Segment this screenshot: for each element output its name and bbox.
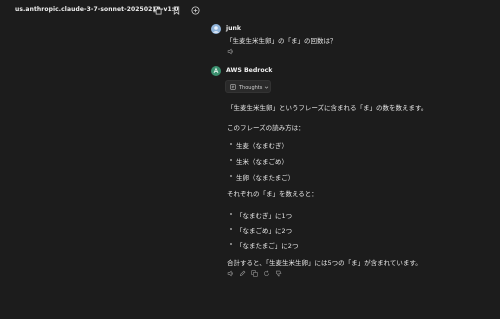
thumbs-down-icon[interactable]	[275, 270, 282, 277]
chevron-down-icon	[264, 86, 269, 89]
paragraph: 合計すると、「生麦生米生卵」には5つの「ま」が含まれています。	[227, 259, 422, 267]
list-item: 生米（なまごめ）	[236, 157, 288, 166]
list-item: 生卵（なまたまご）	[236, 173, 295, 182]
list-item: 生麦（なまむぎ）	[236, 141, 288, 150]
bullet	[230, 159, 232, 161]
list-item: 「なまむぎ」に1つ	[236, 211, 293, 220]
user-name: junk	[226, 25, 242, 32]
bullet	[230, 213, 232, 215]
list-item: 「なまごめ」に2つ	[236, 226, 293, 235]
add-icon[interactable]	[191, 6, 200, 15]
bullet	[230, 228, 232, 230]
top-bar: us.anthropic.claude-3-7-sonnet-20250219-…	[0, 0, 500, 22]
paragraph: このフレーズの読み方は：	[227, 124, 305, 132]
user-avatar	[211, 24, 221, 34]
edit-icon[interactable]	[239, 270, 246, 277]
paragraph: 「生麦生米生卵」というフレーズに含まれる「ま」の数を数えます。	[227, 104, 428, 112]
user-message-text: 「生麦生米生卵」の「ま」の回数は？	[226, 37, 337, 45]
copy-icon[interactable]	[153, 6, 162, 15]
thoughts-toggle[interactable]: Thoughts	[225, 80, 271, 93]
bullet	[230, 243, 232, 245]
paragraph: それぞれの「ま」を数えると：	[227, 190, 318, 198]
list-item: 「なまたまご」に2つ	[236, 241, 299, 250]
thoughts-icon	[230, 84, 236, 90]
speaker-icon[interactable]	[227, 270, 234, 277]
bullet	[230, 143, 232, 145]
speaker-icon[interactable]	[227, 48, 234, 55]
bookmark-icon[interactable]	[172, 6, 181, 15]
thoughts-label: Thoughts	[239, 84, 263, 91]
assistant-name: AWS Bedrock	[226, 67, 273, 74]
assistant-avatar	[211, 66, 221, 76]
bullet	[230, 175, 232, 177]
copy-icon[interactable]	[251, 270, 258, 277]
retry-icon[interactable]	[263, 270, 270, 277]
